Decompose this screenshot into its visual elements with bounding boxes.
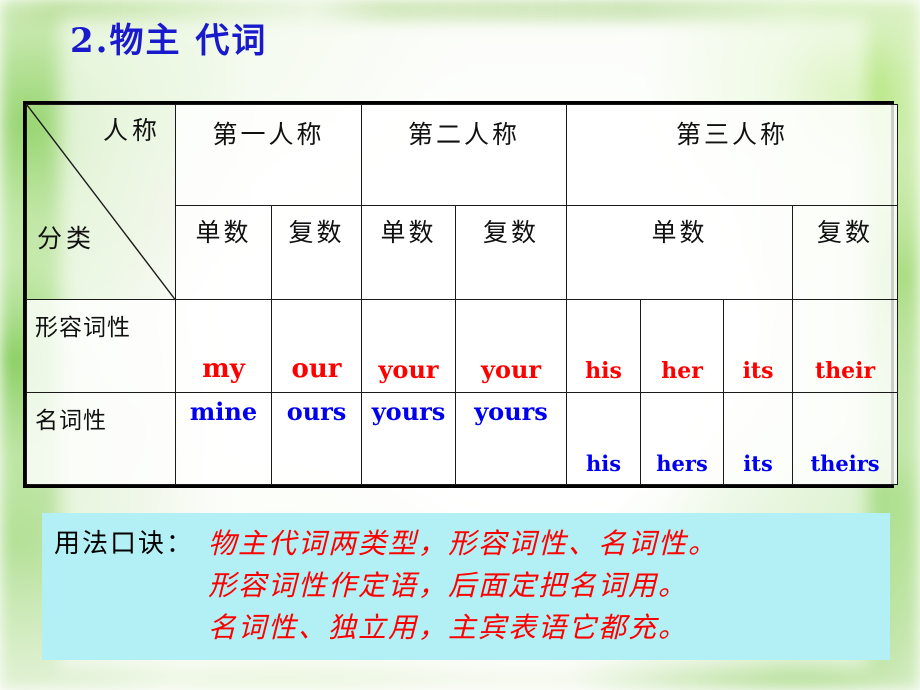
corner-label-category: 分类 — [37, 224, 96, 254]
word-theirs: theirs — [810, 451, 880, 476]
cell-noun-theirs: theirs — [792, 391, 899, 486]
word-our: our — [291, 353, 342, 384]
cell-adj-my: my — [175, 299, 272, 393]
cell-adj-his: his — [566, 299, 642, 393]
word-their: their — [814, 357, 876, 384]
cell-noun-mine: mine — [175, 391, 272, 486]
cell-adj-their: their — [792, 299, 899, 393]
cell-noun-its: its — [723, 391, 794, 486]
cell-noun-hers: hers — [640, 391, 725, 486]
header-first-singular: 单数 — [175, 204, 272, 301]
header-third-person: 第三人称 — [566, 104, 899, 206]
word-yours-plural: yours — [474, 396, 548, 426]
header-first-person: 第一人称 — [174, 104, 363, 206]
header-third-singular: 单数 — [566, 204, 794, 301]
word-mine: mine — [189, 396, 258, 426]
cell-adj-your-pl: your — [455, 299, 568, 393]
corner-label-person: 人称 — [102, 116, 161, 145]
table-row-adjective: 形容词性 my our your your his her its their — [26, 299, 899, 393]
usage-mnemonic-box: 用法口诀： 物主代词两类型，形容词性、名词性。 形容词性作定语，后面定把名词用。… — [42, 513, 890, 660]
header-first-plural: 复数 — [270, 204, 363, 301]
cell-adj-your-sg: your — [361, 299, 457, 393]
usage-mnemonic-line-1: 物主代词两类型，形容词性、名词性。 — [208, 527, 719, 560]
cell-adj-her: her — [640, 299, 725, 393]
word-ours: ours — [286, 396, 347, 426]
pronoun-table: 人称 分类 第一人称 第二人称 第三人称 单数 复数 单数 复数 单数 复数 形… — [23, 101, 899, 488]
row-label-adjective: 形容词性 — [26, 299, 176, 393]
page-title: 2.物主 代词 — [70, 21, 268, 61]
usage-mnemonic-line-3: 名词性、独立用，主宾表语它都充。 — [208, 611, 689, 644]
word-your-singular: your — [378, 354, 439, 384]
usage-mnemonic-line-2: 形容词性作定语，后面定把名词用。 — [208, 569, 689, 602]
word-its: its — [742, 357, 774, 384]
word-your-plural: your — [481, 354, 542, 384]
word-its-noun: its — [743, 451, 773, 476]
slide-canvas: 2.物主 代词 人称 分类 第一人称 第二人称 第三人称 单数 复数 单数 复数… — [0, 0, 920, 690]
table-header-row-person: 人称 分类 第一人称 第二人称 第三人称 — [26, 103, 899, 301]
word-his-noun: his — [585, 451, 622, 476]
cell-noun-his: his — [566, 391, 642, 486]
cell-adj-its: its — [723, 299, 794, 393]
word-hers: hers — [656, 451, 708, 476]
word-my: my — [202, 353, 245, 384]
cell-noun-ours: ours — [270, 391, 363, 486]
pronoun-table-grid: 人称 分类 第一人称 第二人称 第三人称 单数 复数 单数 复数 单数 复数 形… — [26, 103, 899, 486]
word-her: her — [661, 357, 703, 384]
cell-adj-our: our — [270, 299, 363, 393]
word-his: his — [585, 357, 622, 384]
row-label-noun: 名词性 — [26, 391, 176, 486]
cell-noun-yours-sg: yours — [361, 391, 457, 486]
usage-mnemonic-lines: 物主代词两类型，形容词性、名词性。 形容词性作定语，后面定把名词用。 名词性、独… — [208, 523, 718, 649]
header-second-person: 第二人称 — [361, 104, 568, 206]
header-second-singular: 单数 — [361, 204, 457, 301]
corner-split-cell: 人称 分类 — [26, 103, 176, 301]
usage-mnemonic-label: 用法口诀： — [54, 529, 195, 559]
cell-noun-yours-pl: yours — [455, 391, 568, 486]
word-yours-singular: yours — [371, 396, 446, 426]
header-third-plural: 复数 — [792, 204, 899, 301]
table-row-noun: 名词性 mine ours yours yours his hers its t… — [26, 391, 899, 486]
header-second-plural: 复数 — [455, 204, 568, 301]
